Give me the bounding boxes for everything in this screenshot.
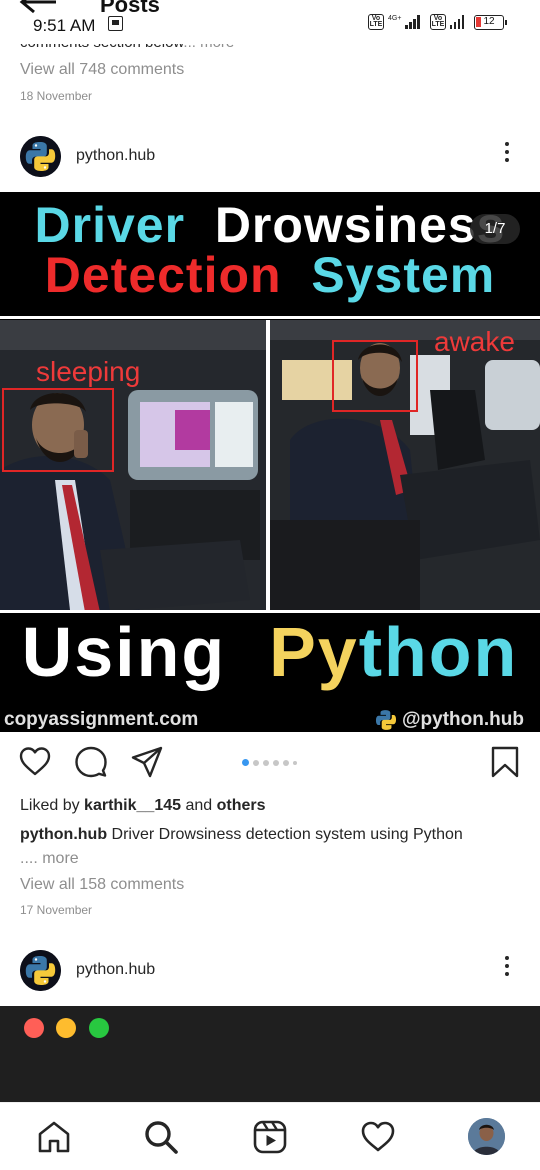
carousel-dot [293,760,297,765]
status-indicators: Vo LTE 4G+ Vo LTE 12 [368,14,508,30]
post-username[interactable]: python.hub [76,147,155,165]
window-maximize-dot [89,1018,109,1038]
comment-icon[interactable] [74,745,108,779]
search-icon[interactable] [143,1119,179,1155]
avatar[interactable] [20,136,61,177]
carousel-dot [263,759,269,766]
more-options-icon[interactable] [500,956,514,984]
post-image[interactable]: Driver Drowsiness Detection System 1/7 s… [0,192,540,732]
save-bookmark-icon[interactable] [488,745,522,779]
carousel-dot-active [242,759,249,766]
carousel-dot [253,759,259,766]
profile-avatar[interactable] [468,1118,505,1155]
image-title-line-2: Detection System [0,246,540,304]
more-options-icon[interactable] [500,142,514,170]
window-close-dot [24,1018,44,1038]
avatar[interactable] [20,950,61,991]
title-word-drowsiness: Drowsiness [214,197,506,253]
likes-user[interactable]: karthik__145 [84,797,181,814]
python-logo-icon [20,136,61,177]
footer-handle-text: @python.hub [402,709,524,730]
volte-icon: Vo LTE [368,14,384,30]
post-header: python.hub [0,942,540,998]
subtitle-word-thon: thon [358,613,519,691]
activity-heart-icon[interactable] [360,1119,396,1155]
python-logo-icon [375,710,397,730]
caption-text: Driver Drowsiness detection system using… [107,826,463,843]
likes-prefix: Liked by [20,797,85,814]
view-comments-link[interactable]: View all 748 comments [20,61,184,79]
title-word-system: System [311,247,496,303]
python-logo-icon [20,950,61,991]
next-post-image[interactable] [0,1006,540,1102]
volte-icon-2: Vo LTE [429,14,446,30]
carousel-dot [283,759,289,766]
post-caption: python.hub Driver Drowsiness detection s… [20,823,520,871]
share-icon[interactable] [130,745,164,779]
likes-summary[interactable]: Liked by karthik__145 and others [20,797,266,815]
carousel-indicator [242,759,297,766]
back-arrow-icon[interactable] [18,0,58,14]
signal-icon [405,15,420,29]
post-actions [0,745,540,785]
carousel-counter: 1/7 [470,214,520,244]
likes-middle: and [181,797,217,814]
divider [0,316,540,319]
like-heart-icon[interactable] [18,745,52,779]
status-bar: Posts 9:51 AM Vo LTE 4G+ Vo LTE 12 [0,0,540,44]
label-sleeping: sleeping [36,356,141,387]
notification-icon [108,16,123,31]
image-footer-site: copyassignment.com [4,709,199,730]
signal-icon-2 [449,15,465,29]
reels-icon[interactable] [252,1119,288,1155]
post-date: 17 November [20,903,93,917]
battery-icon: 12 [474,14,508,30]
image-footer-handle: @python.hub [372,706,524,732]
label-awake: awake [434,326,515,357]
more-link[interactable]: .... more [20,850,79,867]
status-time: 9:51 AM [33,16,96,35]
detection-box-sleeping [2,388,114,472]
subtitle-word-py: Py [269,613,359,691]
caption-username[interactable]: python.hub [20,826,107,843]
title-word-driver: Driver [34,197,186,253]
home-icon[interactable] [36,1119,72,1155]
network-type: 4G+ [388,14,402,22]
post-date: 18 November [20,89,93,103]
image-subtitle: Using Python [0,612,540,692]
likes-others[interactable]: others [217,797,266,814]
battery-level: 12 [483,15,495,27]
detection-box-awake [332,340,418,412]
subtitle-word-using: Using [21,613,227,691]
bottom-navigation [0,1102,540,1170]
title-word-detection: Detection [44,247,282,303]
window-minimize-dot [56,1018,76,1038]
post-username[interactable]: python.hub [76,961,155,979]
post-header: python.hub [0,128,540,184]
carousel-dot [273,759,279,766]
view-comments-link[interactable]: View all 158 comments [20,876,184,894]
